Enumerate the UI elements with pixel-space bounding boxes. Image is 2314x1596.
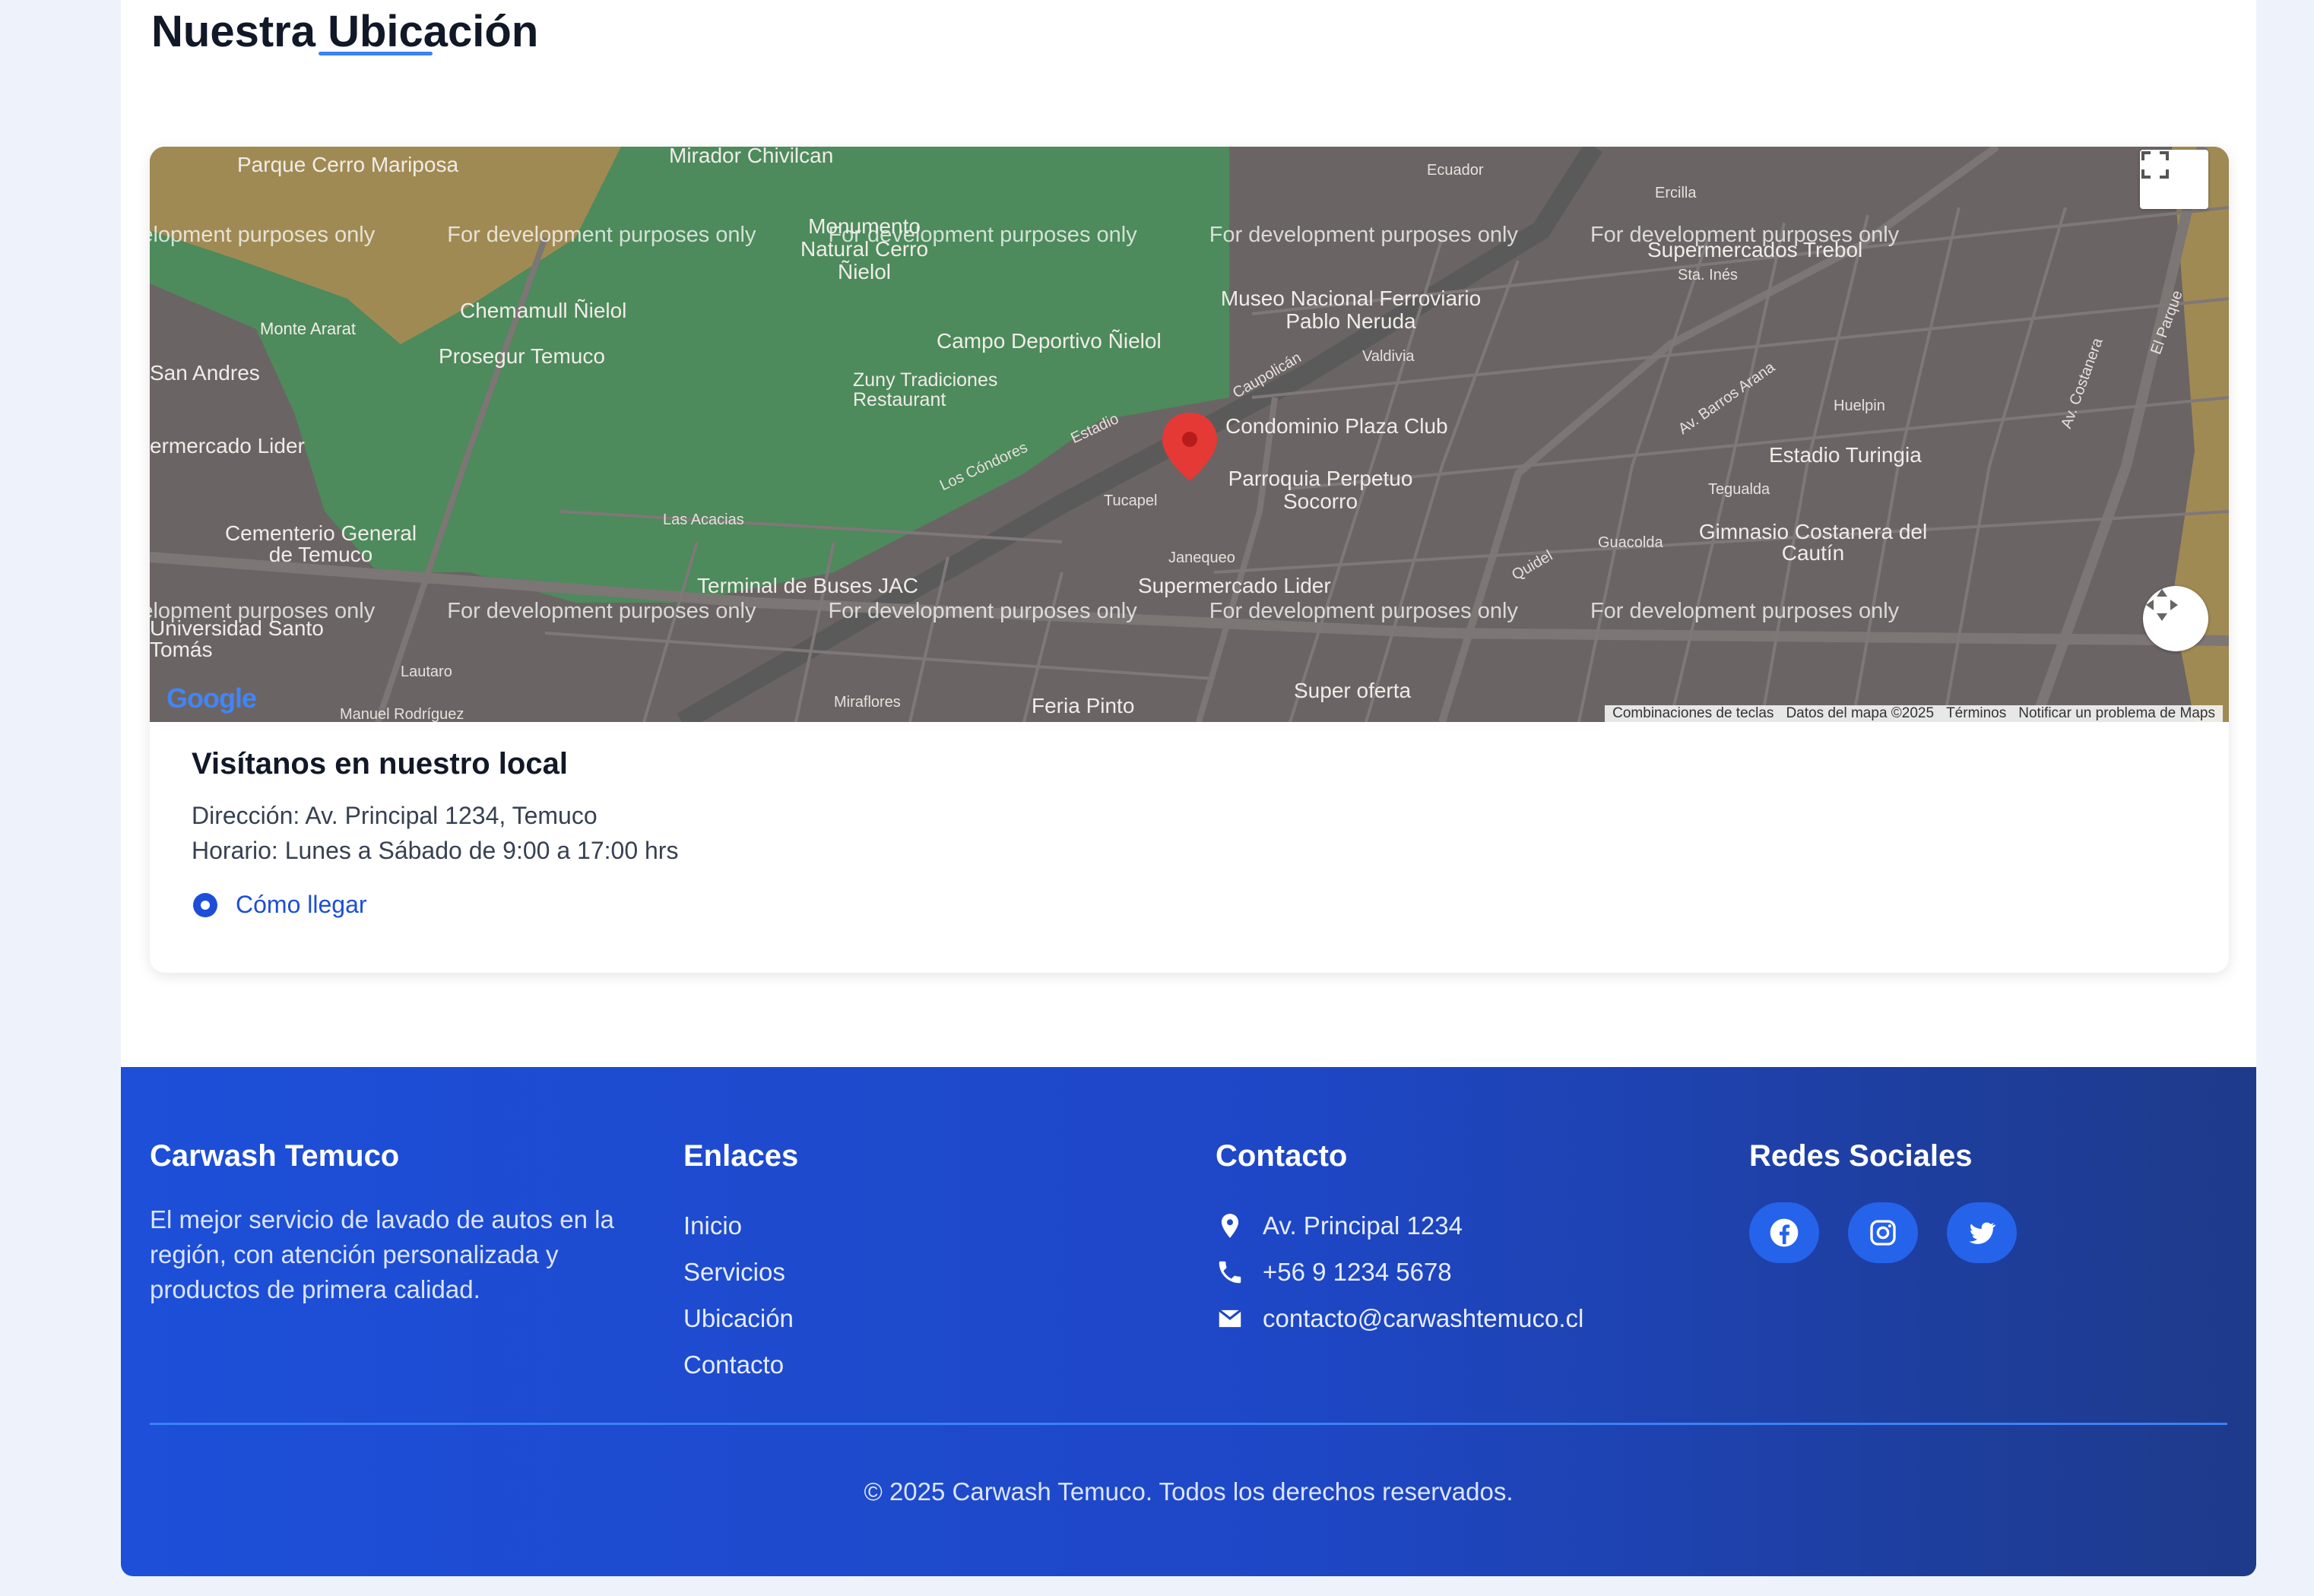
keyboard-shortcuts-link[interactable]: Combinaciones de teclas xyxy=(1612,705,1774,722)
location-heading: Visítanos en nuestro local xyxy=(192,747,568,781)
footer-contact-title: Contacto xyxy=(1216,1139,1348,1173)
footer-divider xyxy=(150,1423,2227,1425)
map-place-label[interactable]: Estadio Turingia xyxy=(1769,443,1922,467)
location-icon xyxy=(1221,1213,1239,1238)
footer-link-inicio[interactable]: Inicio xyxy=(683,1202,798,1249)
directions-link[interactable]: Cómo llegar xyxy=(192,891,2198,919)
twitter-icon xyxy=(1969,1222,1996,1244)
map-street-label: Miraflores xyxy=(834,694,901,711)
map-place-label[interactable]: Monumento Natural Cerro Ñielol xyxy=(773,215,956,283)
google-logo[interactable]: Google xyxy=(166,682,257,714)
map-watermark: For development purposes only xyxy=(828,599,1137,623)
map-place-label[interactable]: Prosegur Temuco xyxy=(439,344,605,369)
map-place-label[interactable]: San Andres xyxy=(150,361,260,385)
terms-link[interactable]: Términos xyxy=(1946,705,2006,722)
map-place-label[interactable]: Museo Nacional Ferroviario Pablo Neruda xyxy=(1206,287,1495,333)
map-place-label[interactable]: Cementerio General de Temuco xyxy=(222,523,420,565)
site-footer: Carwash Temuco El mejor servicio de lava… xyxy=(121,1067,2256,1576)
map-watermark: For development purposes only xyxy=(1209,223,1518,247)
contact-address: Av. Principal 1234 xyxy=(1216,1202,1583,1249)
contact-address-text: Av. Principal 1234 xyxy=(1263,1211,1463,1240)
footer-contact: Contacto Av. Principal 1234 +56 9 1234 5… xyxy=(1216,1137,1583,1341)
map-data-label: Datos del mapa ©2025 xyxy=(1786,705,1935,721)
report-problem-link[interactable]: Notificar un problema de Maps xyxy=(2018,705,2215,722)
map-watermark: For development purposes only xyxy=(447,223,756,247)
map-street-label: Ecuador xyxy=(1427,162,1484,179)
location-hours: Horario: Lunes a Sábado de 9:00 a 17:00 … xyxy=(192,837,679,864)
map-street-label: Huelpin xyxy=(1834,397,1885,414)
map-street-label: Janequeo xyxy=(1168,549,1235,566)
map-street-label: Ercilla xyxy=(1655,185,1697,201)
contact-phone-text: +56 9 1234 5678 xyxy=(1263,1258,1452,1286)
map-place-label[interactable]: Parque Cerro Mariposa xyxy=(237,153,458,177)
location-details: Visítanos en nuestro local Dirección: Av… xyxy=(192,747,2198,919)
fullscreen-button[interactable] xyxy=(2140,150,2208,209)
footer-brand-title: Carwash Temuco xyxy=(150,1139,400,1173)
facebook-button[interactable] xyxy=(1749,1202,1819,1263)
mail-icon xyxy=(1218,1309,1242,1327)
map-place-label[interactable]: Terminal de Buses JAC xyxy=(697,574,918,598)
map-street-label: Tucapel xyxy=(1104,492,1158,509)
footer-links-title: Enlaces xyxy=(683,1139,799,1173)
map-place-label[interactable]: ermercado Lider xyxy=(150,434,305,458)
map-watermark: For development purposes only xyxy=(1209,599,1518,623)
map-watermark: For development purposes only xyxy=(150,223,376,247)
twitter-button[interactable] xyxy=(1947,1202,2017,1263)
google-logo-text: Google xyxy=(166,682,257,714)
contact-email-link[interactable]: contacto@carwashtemuco.cl xyxy=(1263,1295,1583,1341)
footer-social: Redes Sociales xyxy=(1749,1137,2017,1263)
map-place-label[interactable]: Supermercados Trebol xyxy=(1647,238,1862,262)
footer-link-contacto[interactable]: Contacto xyxy=(683,1341,798,1388)
footer-link-servicios[interactable]: Servicios xyxy=(683,1249,798,1295)
location-address: Dirección: Av. Principal 1234, Temuco xyxy=(192,802,598,829)
spellcheck-underline xyxy=(319,52,433,55)
map-attribution: Combinaciones de teclas Datos del mapa ©… xyxy=(1605,705,2223,722)
map-street-label: Las Acacias xyxy=(663,511,744,528)
footer-links: Enlaces Inicio Servicios Ubicación Conta… xyxy=(683,1137,798,1388)
map-camera-control[interactable] xyxy=(2143,586,2208,651)
fullscreen-icon xyxy=(2141,151,2169,179)
move-arrows-icon xyxy=(2146,589,2178,621)
map-place-label[interactable]: Supermercado Lider xyxy=(1138,574,1331,598)
google-map[interactable]: For development purposes only For develo… xyxy=(150,147,2229,723)
location-card: For development purposes only For develo… xyxy=(150,147,2229,973)
map-marker-icon xyxy=(193,892,217,917)
map-watermark: For development purposes only xyxy=(447,599,756,623)
footer-description: El mejor servicio de lavado de autos en … xyxy=(150,1205,614,1303)
footer-social-title: Redes Sociales xyxy=(1749,1139,1973,1173)
map-street-label: Lautaro xyxy=(401,663,452,680)
map-place-label[interactable]: Gimnasio Costanera del Cautín xyxy=(1684,521,1942,564)
instagram-icon xyxy=(1870,1220,1896,1246)
map-place-label[interactable]: Universidad Santo Tomás xyxy=(150,618,332,660)
map-street-label: Valdivia xyxy=(1362,348,1415,365)
map-place-label[interactable]: Parroquia Perpetuo Socorro xyxy=(1218,467,1423,513)
map-place-label[interactable]: Mirador Chivilcan xyxy=(669,147,833,168)
map-street-label: Guacolda xyxy=(1598,534,1663,551)
facebook-icon xyxy=(1770,1218,1799,1247)
map-place-label[interactable]: Super oferta xyxy=(1294,679,1411,703)
contact-phone: +56 9 1234 5678 xyxy=(1216,1249,1583,1295)
map-place-label[interactable]: Campo Deportivo Ñielol xyxy=(937,329,1162,353)
footer-copyright: © 2025 Carwash Temuco. Todos los derecho… xyxy=(864,1477,1514,1506)
location-pin-dot xyxy=(1182,432,1197,447)
map-place-label[interactable]: Zuny Tradiciones Restaurant xyxy=(853,370,1035,410)
directions-label: Cómo llegar xyxy=(236,891,367,918)
footer-link-ubicacion[interactable]: Ubicación xyxy=(683,1295,798,1341)
page: Nuestra Ubicación lopment purposes only … xyxy=(121,0,2256,1576)
map-street-label: Tegualda xyxy=(1708,481,1770,498)
map-place-label[interactable]: Chemamull Ñielol xyxy=(460,299,626,323)
map-watermark: For development purposes only xyxy=(1590,599,1900,623)
contact-email: contacto@carwashtemuco.cl xyxy=(1216,1295,1583,1341)
map-place-label[interactable]: Condominio Plaza Club xyxy=(1225,414,1448,439)
map-street-label: Manuel Rodríguez xyxy=(340,706,464,723)
footer-brand: Carwash Temuco El mejor servicio de lava… xyxy=(150,1137,644,1307)
phone-icon xyxy=(1219,1261,1241,1283)
map-street-label: Sta. Inés xyxy=(1678,267,1738,283)
instagram-button[interactable] xyxy=(1848,1202,1918,1263)
map-place-label[interactable]: Monte Ararat xyxy=(260,319,356,339)
map-place-label[interactable]: Feria Pinto xyxy=(1032,694,1134,718)
